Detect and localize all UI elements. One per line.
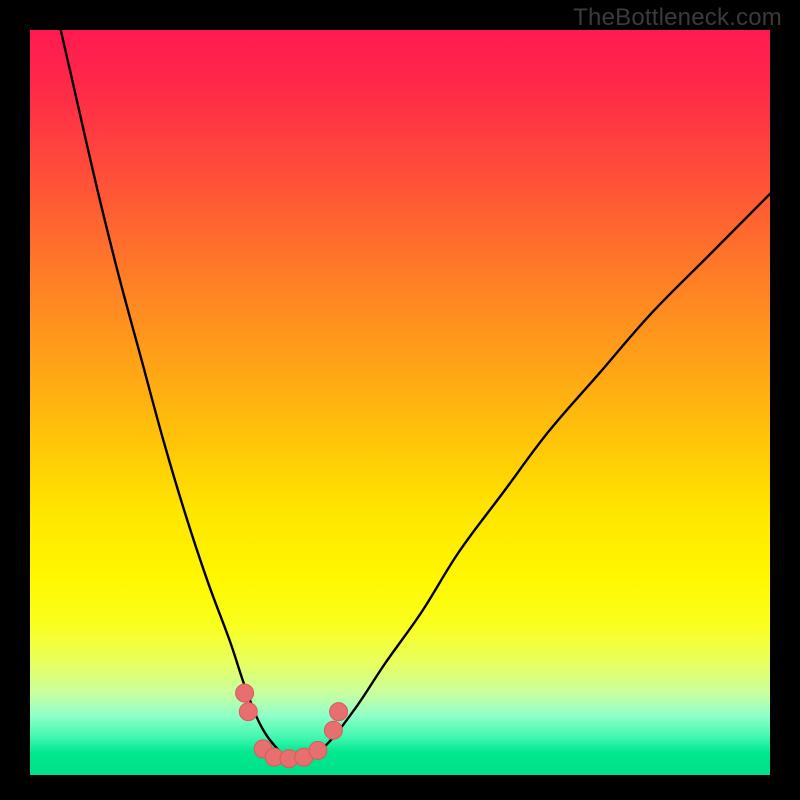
curve-marker xyxy=(280,750,298,768)
curve-marker xyxy=(254,740,272,758)
chart-frame: TheBottleneck.com xyxy=(0,0,800,800)
curve-marker xyxy=(265,748,283,766)
curve-marker xyxy=(239,703,257,721)
plot-area xyxy=(30,30,770,775)
curve-marker xyxy=(330,703,348,721)
curve-layer xyxy=(30,30,770,775)
curve-marker xyxy=(236,684,254,702)
curve-marker xyxy=(295,748,313,766)
bottleneck-curve xyxy=(52,0,770,760)
watermark-text: TheBottleneck.com xyxy=(573,4,782,32)
curve-markers xyxy=(236,684,348,768)
curve-marker xyxy=(324,721,342,739)
curve-marker xyxy=(309,741,327,759)
